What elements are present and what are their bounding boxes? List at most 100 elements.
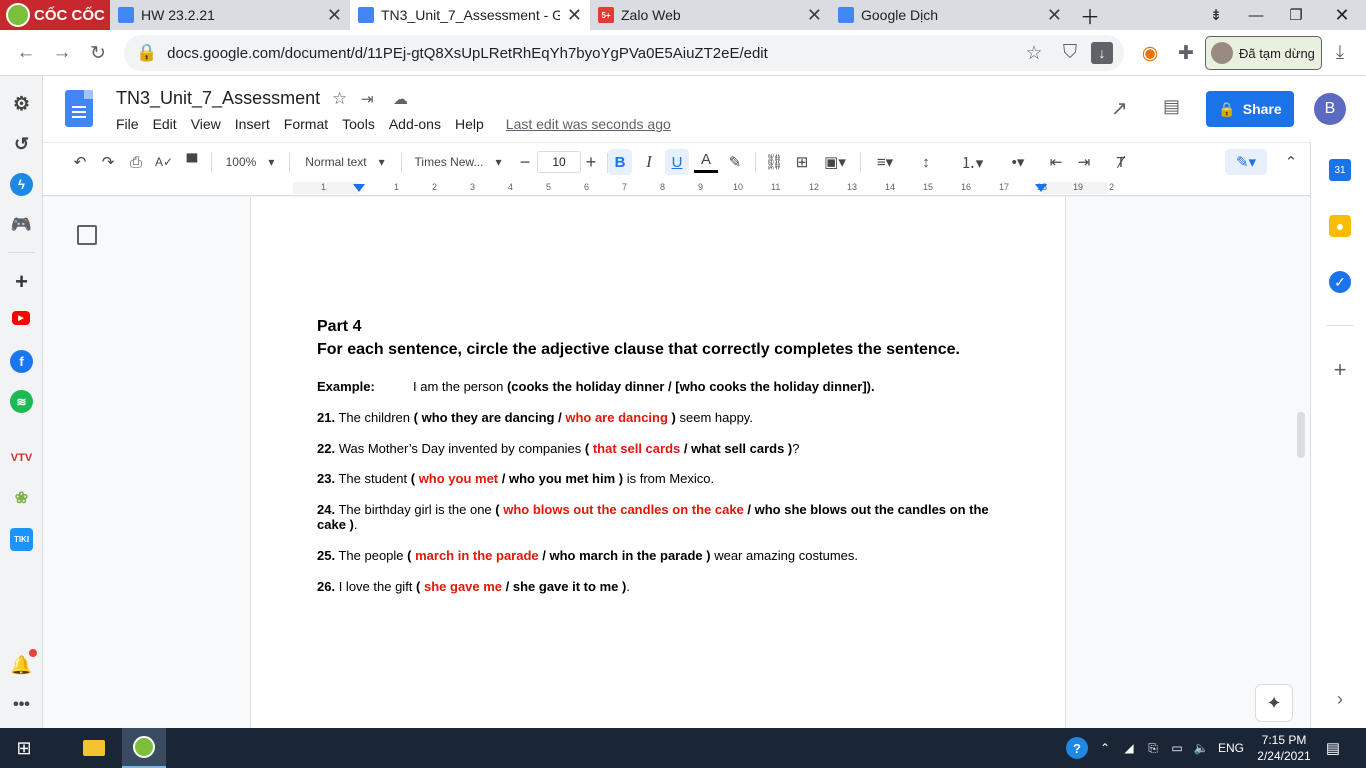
tab-zalo[interactable]: 5+ Zalo Web ✕ bbox=[590, 0, 830, 30]
vertical-scrollbar[interactable] bbox=[1297, 412, 1305, 458]
move-folder-icon[interactable]: ⇥ bbox=[361, 90, 374, 108]
coccoc-taskbar-icon[interactable] bbox=[122, 728, 166, 768]
line-spacing-icon[interactable]: ↕ bbox=[914, 149, 938, 175]
menu-file[interactable]: File bbox=[116, 116, 139, 132]
close-tab-icon[interactable]: ✕ bbox=[1047, 5, 1062, 26]
add-app-icon[interactable]: + bbox=[10, 269, 33, 294]
language-indicator[interactable]: ENG bbox=[1216, 734, 1246, 762]
shield-icon[interactable]: ⛉ bbox=[1055, 38, 1085, 68]
windows-start-icon[interactable]: ⊞ bbox=[10, 734, 38, 762]
more-dots-icon[interactable]: ••• bbox=[10, 693, 33, 716]
network-icon[interactable]: ◢ bbox=[1120, 734, 1138, 762]
text-color-icon[interactable]: A bbox=[694, 149, 718, 173]
game-controller-icon[interactable]: 🎮 bbox=[10, 213, 33, 236]
close-tab-icon[interactable]: ✕ bbox=[807, 5, 822, 26]
add-comment-icon[interactable]: ⊞ bbox=[790, 149, 814, 175]
share-button[interactable]: 🔒 Share bbox=[1206, 91, 1294, 127]
explore-icon[interactable]: ✦ bbox=[1255, 684, 1293, 722]
add-addon-icon[interactable]: + bbox=[1329, 357, 1351, 382]
menu-view[interactable]: View bbox=[191, 116, 221, 132]
highlight-icon[interactable]: ✎ bbox=[723, 149, 747, 175]
docs-home-icon[interactable] bbox=[65, 90, 93, 127]
activity-trend-icon[interactable]: ↗ bbox=[1111, 96, 1128, 121]
usb-icon[interactable]: ⎘ bbox=[1144, 734, 1162, 762]
undo-icon[interactable]: ↶ bbox=[69, 149, 91, 175]
underline-icon[interactable]: U bbox=[665, 149, 689, 175]
calendar-icon[interactable]: 31 bbox=[1329, 159, 1351, 181]
history-icon[interactable]: ↺ bbox=[10, 133, 33, 156]
star-icon[interactable]: ☆ bbox=[332, 89, 347, 109]
font-select[interactable]: Times New... ▾ bbox=[411, 149, 505, 175]
print-icon[interactable]: ⎙ bbox=[125, 149, 147, 175]
bold-icon[interactable]: B bbox=[608, 149, 632, 175]
increase-indent-icon[interactable]: ⇥ bbox=[1072, 149, 1096, 175]
extensions-puzzle-icon[interactable]: ✚ bbox=[1171, 38, 1201, 68]
forward-icon[interactable]: → bbox=[47, 38, 77, 68]
menu-tools[interactable]: Tools bbox=[342, 116, 375, 132]
chevron-up-icon[interactable]: ⌃ bbox=[1279, 149, 1303, 175]
close-window-icon[interactable]: ✕ bbox=[1322, 0, 1362, 30]
zoom-select[interactable]: 100% ▾ bbox=[219, 149, 281, 175]
battery-icon[interactable]: ▭ bbox=[1167, 734, 1187, 762]
paragraph-style-select[interactable]: Normal text ▾ bbox=[297, 149, 393, 175]
download-arrow-icon[interactable]: ⤓ bbox=[1325, 38, 1355, 68]
restore-icon[interactable]: ❐ bbox=[1276, 0, 1316, 30]
redo-icon[interactable]: ↷ bbox=[97, 149, 119, 175]
new-tab-button[interactable]: ＋ bbox=[1072, 0, 1102, 30]
tasks-icon[interactable]: ✓ bbox=[1329, 271, 1351, 293]
decrease-indent-icon[interactable]: ⇤ bbox=[1044, 149, 1068, 175]
insert-link-icon[interactable]: ⛓ bbox=[762, 149, 786, 175]
url-bar[interactable]: 🔒 docs.google.com/document/d/11PEj-gtQ8X… bbox=[124, 35, 1124, 71]
spellcheck-icon[interactable]: A✓ bbox=[153, 149, 175, 175]
close-tab-icon[interactable]: ✕ bbox=[327, 5, 342, 26]
right-indent-marker[interactable] bbox=[1035, 184, 1047, 192]
comments-icon[interactable]: ▤ bbox=[1163, 96, 1180, 117]
profile-paused-button[interactable]: Đã tạm dừng bbox=[1205, 36, 1322, 70]
coccoc-menu-button[interactable]: CỐC CỐC bbox=[0, 0, 110, 30]
tab-hw[interactable]: HW 23.2.21 ✕ bbox=[110, 0, 350, 30]
menu-help[interactable]: Help bbox=[455, 116, 484, 132]
action-center-icon[interactable]: ▤ bbox=[1322, 734, 1344, 762]
align-icon[interactable]: ≡▾ bbox=[868, 149, 902, 175]
coccoc-game-icon[interactable]: ❀ bbox=[10, 486, 33, 509]
youtube-icon[interactable]: ▶ bbox=[12, 311, 30, 325]
menu-format[interactable]: Format bbox=[284, 116, 328, 132]
document-outline-icon[interactable] bbox=[77, 225, 97, 245]
settings-gear-icon[interactable]: ⚙ bbox=[10, 93, 33, 116]
chevron-right-icon[interactable]: › bbox=[1329, 688, 1351, 710]
messenger-icon[interactable]: ϟ bbox=[10, 173, 33, 196]
vtv-icon[interactable]: VTV bbox=[10, 446, 33, 469]
account-avatar[interactable]: B bbox=[1314, 93, 1346, 125]
decrease-font-size-icon[interactable]: − bbox=[514, 149, 536, 175]
menu-insert[interactable]: Insert bbox=[235, 116, 270, 132]
back-icon[interactable]: ← bbox=[11, 38, 41, 68]
left-indent-marker[interactable] bbox=[353, 184, 365, 192]
insert-image-icon[interactable]: ▣▾ bbox=[818, 149, 852, 175]
tab-search-icon[interactable]: ⇟ bbox=[1196, 0, 1236, 30]
spotify-icon[interactable]: ≋ bbox=[10, 390, 33, 413]
file-explorer-icon[interactable] bbox=[80, 734, 108, 762]
facebook-icon[interactable]: f bbox=[10, 350, 33, 373]
reload-icon[interactable]: ↻ bbox=[83, 38, 113, 68]
help-icon[interactable]: ? bbox=[1066, 737, 1088, 759]
tab-assessment[interactable]: TN3_Unit_7_Assessment - Goo ✕ bbox=[350, 0, 590, 30]
document-page[interactable]: Part 4 For each sentence, circle the adj… bbox=[250, 197, 1066, 728]
italic-icon[interactable]: I bbox=[637, 149, 661, 175]
document-title[interactable]: TN3_Unit_7_Assessment bbox=[116, 88, 320, 109]
keep-icon[interactable]: ● bbox=[1329, 215, 1351, 237]
tiki-icon[interactable]: TIKI bbox=[10, 528, 33, 551]
numbered-list-icon[interactable]: ⒈▾ bbox=[953, 149, 991, 175]
minimize-icon[interactable]: — bbox=[1236, 0, 1276, 30]
tray-chevron-up-icon[interactable]: ⌃ bbox=[1098, 734, 1112, 762]
font-size-input[interactable]: 10 bbox=[537, 151, 581, 173]
bookmark-star-icon[interactable]: ☆ bbox=[1019, 38, 1049, 68]
clock[interactable]: 7:15 PM 2/24/2021 bbox=[1254, 732, 1314, 764]
clear-formatting-icon[interactable]: Ⱦ bbox=[1109, 149, 1133, 175]
download-icon[interactable]: ↓ bbox=[1091, 42, 1113, 64]
increase-font-size-icon[interactable]: + bbox=[580, 149, 602, 175]
bulleted-list-icon[interactable]: •▾ bbox=[999, 149, 1037, 175]
menu-addons[interactable]: Add-ons bbox=[389, 116, 441, 132]
notification-bell-icon[interactable]: 🔔 bbox=[10, 654, 33, 677]
last-edit-link[interactable]: Last edit was seconds ago bbox=[506, 116, 671, 132]
volume-icon[interactable]: 🔈 bbox=[1191, 734, 1211, 762]
